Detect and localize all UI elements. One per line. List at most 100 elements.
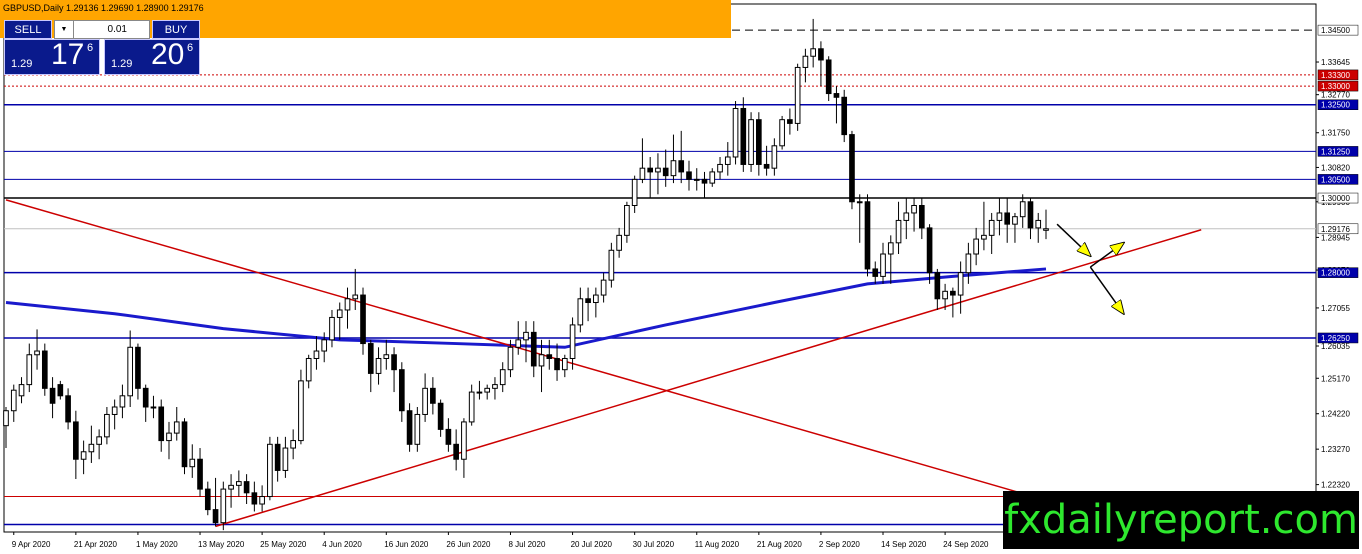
candle-body xyxy=(624,204,630,236)
candle-body xyxy=(926,227,933,274)
candle-body xyxy=(569,324,576,359)
candle xyxy=(732,101,739,165)
candle-body xyxy=(367,343,374,374)
candle-body xyxy=(608,249,615,281)
sell-price-pip: 6 xyxy=(87,42,94,54)
sell-quote[interactable]: 1.29 17 6 xyxy=(4,38,100,75)
y-tick-label: 1.31750 xyxy=(1321,129,1350,138)
y-tick-label: 1.24220 xyxy=(1321,410,1350,419)
candle-body xyxy=(127,346,134,397)
price-chart[interactable]: 1.336451.327701.317501.308201.299001.289… xyxy=(0,0,1362,554)
candle-body xyxy=(352,294,359,300)
buy-quote[interactable]: 1.29 20 6 xyxy=(104,38,200,75)
candle xyxy=(41,343,48,396)
candle-body xyxy=(445,428,452,445)
candle-body xyxy=(212,509,219,524)
price-label: 1.30000 xyxy=(1321,194,1350,203)
candle-body xyxy=(787,119,793,124)
price-label: 1.34500 xyxy=(1321,26,1350,35)
candle-body xyxy=(841,96,848,136)
candle-body xyxy=(181,421,188,468)
candle-body xyxy=(864,201,871,270)
x-tick-label: 26 Jun 2020 xyxy=(446,540,491,549)
candle-body xyxy=(243,481,250,494)
candle-body xyxy=(748,119,754,165)
candle-body xyxy=(538,354,545,367)
candle-body xyxy=(950,290,956,296)
candle xyxy=(794,63,801,131)
x-tick-label: 30 Jul 2020 xyxy=(633,540,675,549)
candle-body xyxy=(142,387,149,408)
price-label: 1.26250 xyxy=(1321,334,1350,343)
y-tick-label: 1.22320 xyxy=(1321,481,1350,490)
candle-body xyxy=(321,339,328,352)
candle-body xyxy=(701,178,708,184)
candle-body xyxy=(934,272,941,300)
candle-body xyxy=(422,387,428,415)
candle xyxy=(748,112,754,172)
candle-body xyxy=(88,443,95,453)
candle-body xyxy=(65,395,71,423)
candle-body xyxy=(686,171,692,180)
candle-body xyxy=(80,451,87,460)
candle xyxy=(864,194,871,277)
candle-body xyxy=(833,93,840,98)
y-tick-label: 1.25170 xyxy=(1321,374,1350,383)
plot-area xyxy=(3,3,1317,533)
candle-body xyxy=(468,391,475,423)
x-tick-label: 2 Sep 2020 xyxy=(819,540,860,549)
candle-body xyxy=(104,413,110,438)
candle-body xyxy=(616,234,622,251)
candle-body xyxy=(150,406,157,409)
candle-body xyxy=(49,387,56,404)
candle-body xyxy=(360,294,366,345)
candle-body xyxy=(872,268,879,277)
y-tick-label: 1.32770 xyxy=(1321,91,1350,100)
price-label: 1.32500 xyxy=(1321,101,1350,110)
candle-body xyxy=(810,48,816,57)
y-tick-label: 1.28945 xyxy=(1321,233,1350,242)
candle-body xyxy=(220,488,227,524)
candle-body xyxy=(3,410,9,427)
chevron-down-icon[interactable]: ▼ xyxy=(55,21,74,38)
candle-body xyxy=(577,298,584,326)
price-label: 1.29176 xyxy=(1321,225,1350,234)
candle-body xyxy=(1019,201,1026,218)
candle-body xyxy=(111,406,118,415)
candle-body xyxy=(158,406,165,442)
x-tick-label: 9 Apr 2020 xyxy=(12,540,51,549)
candle-body xyxy=(655,167,661,173)
candle-body xyxy=(484,387,491,393)
candle-body xyxy=(849,134,855,203)
candle-body xyxy=(523,331,529,341)
candle-body xyxy=(732,107,739,158)
price-label: 1.33000 xyxy=(1321,82,1350,91)
candle-body xyxy=(18,384,25,397)
candle-body xyxy=(96,436,102,445)
candle-body xyxy=(1004,212,1011,225)
candle-body xyxy=(965,253,972,274)
lot-size-input[interactable]: ▼ 0.01 xyxy=(54,20,150,39)
candle-body xyxy=(639,167,646,180)
candle-body xyxy=(228,484,234,490)
candle-body xyxy=(647,167,654,173)
candle-body xyxy=(236,481,242,486)
candle-body xyxy=(290,440,296,449)
candle-body xyxy=(662,167,669,177)
buy-button[interactable]: BUY xyxy=(152,20,200,39)
candle-body xyxy=(26,354,33,386)
price-label: 1.33300 xyxy=(1321,71,1350,80)
candle-body xyxy=(724,156,731,165)
x-tick-label: 24 Sep 2020 xyxy=(943,540,989,549)
candle-body xyxy=(903,212,910,221)
candle-body xyxy=(887,242,894,255)
candle-body xyxy=(740,107,747,165)
sell-button[interactable]: SELL xyxy=(4,20,52,39)
candle-body xyxy=(880,253,886,277)
candle-body xyxy=(135,346,141,389)
candle-body xyxy=(259,496,265,505)
candle-body xyxy=(476,391,483,394)
candle-body xyxy=(41,350,48,389)
x-tick-label: 16 Jun 2020 xyxy=(384,540,429,549)
candle-body xyxy=(282,447,289,471)
